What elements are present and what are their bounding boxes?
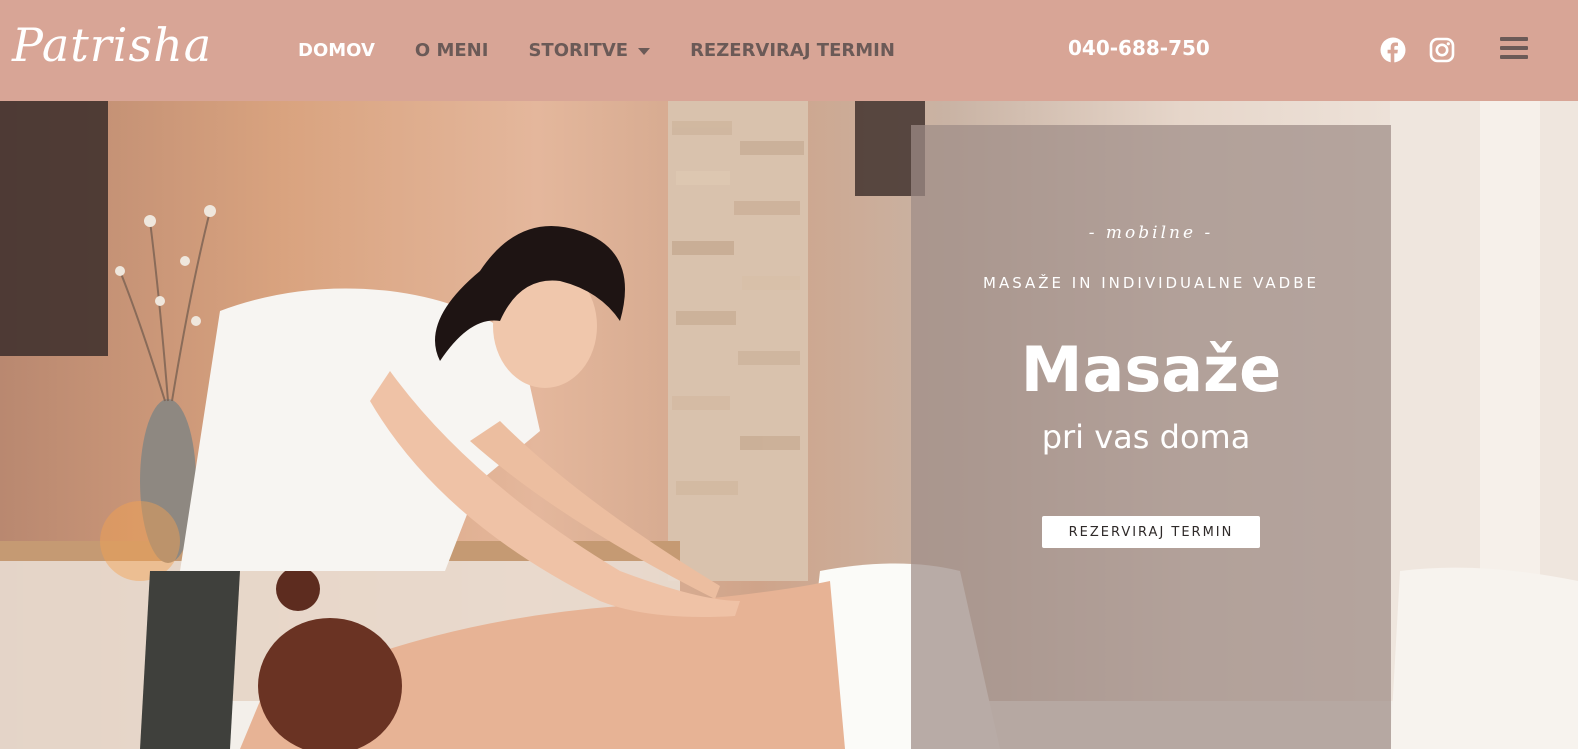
logo-text: Patrisha xyxy=(12,18,213,72)
nav-item-label: DOMOV xyxy=(298,40,375,61)
site-logo[interactable]: Patrisha xyxy=(12,10,211,90)
hero-overlay-panel: - mobilne - MASAŽE IN INDIVIDUALNE VADBE… xyxy=(911,125,1391,749)
caret-down-icon xyxy=(638,48,651,55)
hero-title-line2: pri vas doma xyxy=(1041,418,1251,456)
hero-eyebrow: - mobilne - xyxy=(1088,223,1214,243)
book-appointment-button[interactable]: REZERVIRAJ TERMIN xyxy=(1042,516,1260,548)
hero-title: Masaže xyxy=(1020,333,1282,406)
nav-item-label: O MENI xyxy=(414,40,489,61)
nav-item-label: STORITVE xyxy=(528,40,629,61)
nav-item-domov[interactable]: DOMOV xyxy=(298,40,375,61)
instagram-icon[interactable] xyxy=(1429,37,1455,63)
site-header: Patrisha DOMOV O MENI STORITVE REZERVIRA… xyxy=(0,0,1578,101)
hero-subtitle: MASAŽE IN INDIVIDUALNE VADBE xyxy=(983,274,1319,292)
facebook-icon[interactable] xyxy=(1380,37,1406,63)
phone-number-link[interactable]: 040-688-750 xyxy=(1068,36,1210,60)
hero-section: - mobilne - MASAŽE IN INDIVIDUALNE VADBE… xyxy=(0,101,1578,749)
main-nav: DOMOV O MENI STORITVE REZERVIRAJ TERMIN xyxy=(298,0,935,101)
nav-item-rezerviraj-termin[interactable]: REZERVIRAJ TERMIN xyxy=(690,40,895,61)
hamburger-menu-icon[interactable] xyxy=(1500,37,1528,63)
nav-item-o-meni[interactable]: O MENI xyxy=(415,40,489,61)
nav-item-storitve[interactable]: STORITVE xyxy=(528,40,651,61)
nav-item-label: REZERVIRAJ TERMIN xyxy=(690,40,895,61)
